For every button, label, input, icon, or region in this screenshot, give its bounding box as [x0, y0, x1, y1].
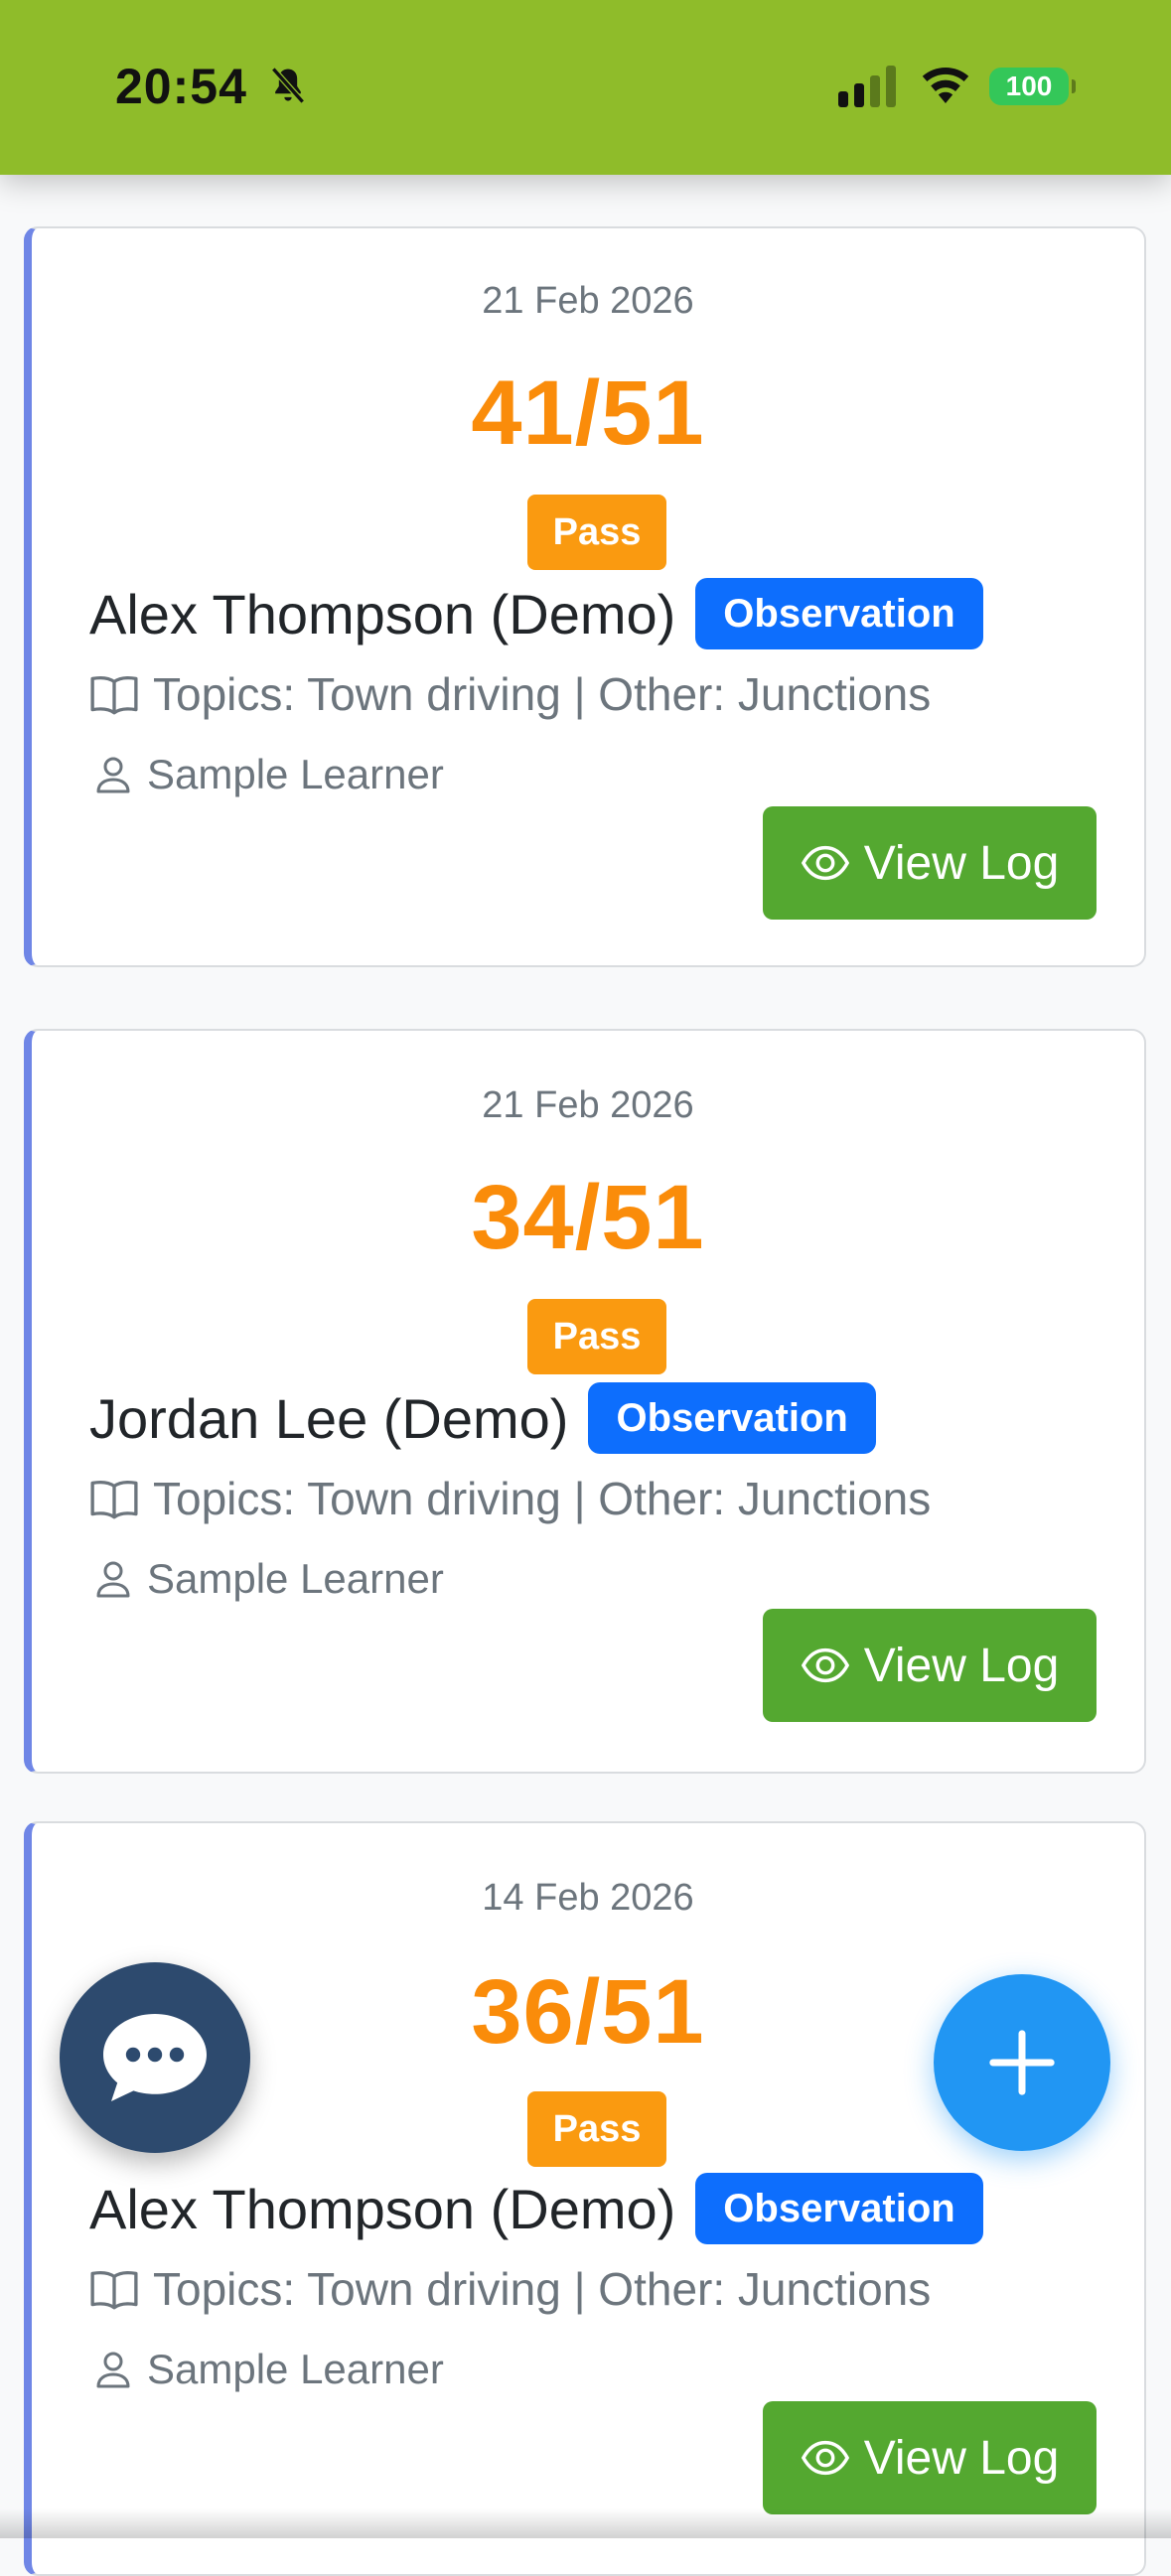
pass-badge: Pass	[527, 495, 666, 570]
signal-icon	[838, 66, 896, 107]
log-date: 21 Feb 2026	[482, 280, 694, 322]
eye-icon	[801, 2440, 849, 2476]
person-icon	[96, 1561, 130, 1598]
view-log-button[interactable]: View Log	[763, 1609, 1097, 1722]
person-icon	[96, 2352, 130, 2388]
book-icon	[90, 2271, 138, 2310]
log-date: 21 Feb 2026	[482, 1084, 694, 1126]
view-log-label: View Log	[863, 1639, 1060, 1692]
person-text: Sample Learner	[147, 2346, 444, 2392]
chat-bubble-icon	[103, 2014, 207, 2101]
log-date: 14 Feb 2026	[482, 1877, 694, 1919]
view-log-button[interactable]: View Log	[763, 806, 1097, 920]
observation-badge: Observation	[695, 578, 983, 649]
status-time: 20:54	[115, 59, 247, 114]
book-icon	[90, 1481, 138, 1519]
person-text: Sample Learner	[147, 751, 444, 797]
book-icon	[90, 676, 138, 715]
battery-icon: 100	[989, 68, 1076, 105]
eye-icon	[801, 845, 849, 881]
person-row: Sample Learner	[89, 2346, 444, 2393]
log-score: 41/51	[471, 362, 705, 464]
pass-badge: Pass	[527, 2091, 666, 2167]
bottom-shadow	[0, 2508, 1171, 2538]
topics-text: Topics: Town driving | Other: Junctions	[153, 668, 932, 720]
learner-name: Alex Thompson (Demo)	[89, 582, 676, 645]
person-icon	[96, 757, 130, 793]
view-log-button[interactable]: View Log	[763, 2401, 1097, 2514]
view-log-label: View Log	[863, 2431, 1060, 2485]
observation-badge: Observation	[695, 2173, 983, 2244]
learner-row: Alex Thompson (Demo) Observation	[89, 578, 983, 649]
learner-name: Alex Thompson (Demo)	[89, 2177, 676, 2240]
observation-badge: Observation	[588, 1382, 876, 1454]
topics-row: Topics: Town driving | Other: Junctions	[89, 1472, 931, 1525]
add-log-button[interactable]	[934, 1974, 1110, 2151]
wifi-icon	[922, 68, 969, 103]
learner-row: Alex Thompson (Demo) Observation	[89, 2173, 983, 2244]
person-row: Sample Learner	[89, 751, 444, 798]
topics-text: Topics: Town driving | Other: Junctions	[153, 2263, 932, 2315]
battery-level: 100	[1005, 71, 1053, 101]
person-row: Sample Learner	[89, 1555, 444, 1603]
pass-badge: Pass	[527, 1299, 666, 1374]
bell-slash-icon	[271, 67, 305, 104]
learner-name: Jordan Lee (Demo)	[89, 1386, 569, 1450]
status-bar: 20:54 100	[0, 0, 1171, 175]
log-card: 14 Feb 2026 36/51 Pass Alex Thompson (De…	[24, 1821, 1146, 2576]
topics-text: Topics: Town driving | Other: Junctions	[153, 1473, 932, 1524]
topics-row: Topics: Town driving | Other: Junctions	[89, 667, 931, 721]
eye-icon	[801, 1647, 849, 1683]
person-text: Sample Learner	[147, 1555, 444, 1602]
log-card: 21 Feb 2026 41/51 Pass Alex Thompson (De…	[24, 226, 1146, 967]
learner-row: Jordan Lee (Demo) Observation	[89, 1382, 876, 1454]
chat-button[interactable]	[60, 1962, 250, 2153]
topics-row: Topics: Town driving | Other: Junctions	[89, 2262, 931, 2316]
log-card: 21 Feb 2026 34/51 Pass Jordan Lee (Demo)…	[24, 1029, 1146, 1774]
view-log-label: View Log	[863, 836, 1060, 890]
log-score: 34/51	[471, 1167, 705, 1268]
plus-icon	[989, 2030, 1055, 2095]
